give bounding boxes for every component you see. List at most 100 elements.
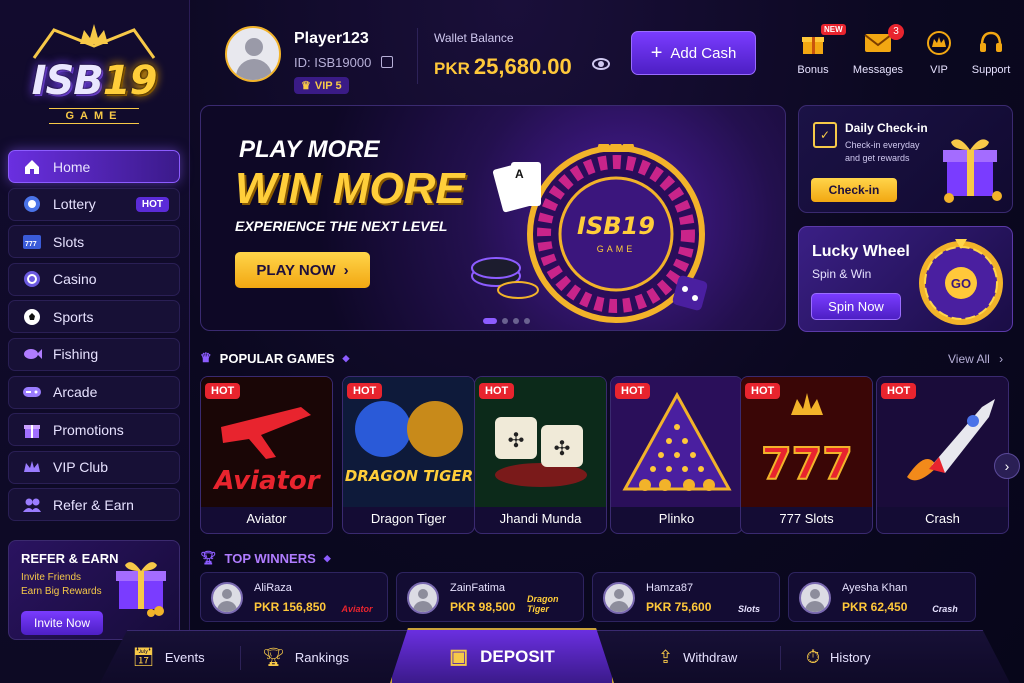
users-icon <box>21 494 43 516</box>
fish-icon <box>21 343 43 365</box>
sidebar-item-home[interactable]: Home <box>8 150 180 183</box>
bottom-nav-events[interactable]: 📅︎ Events <box>132 647 205 668</box>
hot-badge: HOT <box>881 383 917 399</box>
sidebar-item-vip-club[interactable]: VIP Club <box>8 450 180 484</box>
sidebar-item-label: Arcade <box>53 384 98 401</box>
hero-banner[interactable]: PLAY MORE WIN MORE EXPERIENCE THE NEXT L… <box>200 105 786 331</box>
bottom-nav-label: Rankings <box>294 650 350 665</box>
game-card-dragon-tiger[interactable]: DRAGON TIGER HOT Dragon Tiger <box>342 376 475 534</box>
avatar <box>211 582 243 614</box>
copy-icon[interactable] <box>381 56 393 68</box>
sidebar-item-fishing[interactable]: Fishing <box>8 337 180 371</box>
trophy-icon: 🏆︎ <box>200 550 217 565</box>
game-card-plinko[interactable]: HOT Plinko <box>610 376 743 534</box>
roulette-sub-text: GAME <box>597 244 636 254</box>
sidebar-nav: Home Lottery HOT 777 Slots Casino Sports… <box>8 150 180 526</box>
carousel-dot[interactable] <box>483 318 497 324</box>
popular-games-title: ♛ POPULAR GAMES ◆ <box>200 350 349 366</box>
view-all-label: View All <box>948 352 990 366</box>
winner-game: Aviator <box>341 604 373 614</box>
bottom-nav-label: Withdraw <box>683 650 738 665</box>
svg-text:A: A <box>515 167 524 181</box>
hot-badge: HOT <box>615 383 651 399</box>
game-card-aviator[interactable]: Aviator HOT Aviator <box>200 376 333 534</box>
sidebar-item-refer-earn[interactable]: Refer & Earn <box>8 488 180 522</box>
winner-card[interactable]: Hamza87 PKR 75,600 Slots <box>592 572 780 622</box>
sidebar-item-slots[interactable]: 777 Slots <box>8 225 180 259</box>
spin-now-button[interactable]: Spin Now <box>811 293 901 320</box>
winner-game: Crash <box>932 604 958 614</box>
avatar[interactable] <box>225 26 281 82</box>
sidebar-item-arcade[interactable]: Arcade <box>8 375 180 409</box>
vip-crown-icon <box>909 28 969 58</box>
vip-level-label: VIP 5 <box>314 79 342 92</box>
gift-icon <box>21 419 43 441</box>
support-button[interactable]: Support <box>961 28 1021 76</box>
game-name: Jhandi Munda <box>499 511 582 526</box>
sparkle-icon: ◆ <box>323 552 331 563</box>
new-badge: NEW <box>821 24 846 35</box>
game-name: Aviator <box>246 511 287 526</box>
eye-icon[interactable] <box>592 58 610 70</box>
hot-badge: HOT <box>135 196 169 212</box>
aviator-art-text: Aviator <box>212 466 321 496</box>
winner-name: Ayesha Khan <box>842 582 908 594</box>
winner-card[interactable]: Ayesha Khan PKR 62,450 Crash <box>788 572 976 622</box>
wallet-icon: ▣ <box>449 646 469 668</box>
bonus-button[interactable]: Bonus NEW <box>783 24 846 76</box>
logo-subtitle: GAME <box>49 108 139 124</box>
hot-badge: HOT <box>205 383 241 399</box>
chevron-right-icon[interactable]: › <box>994 453 1020 479</box>
sidebar-item-promotions[interactable]: Promotions <box>8 413 180 447</box>
gift-box-icon <box>116 562 166 617</box>
top-winners-row: AliRaza PKR 156,850 Aviator ZainFatima P… <box>200 572 1000 622</box>
hot-badge: HOT <box>347 383 383 399</box>
winner-name: ZainFatima <box>450 582 506 594</box>
deposit-button[interactable]: ▣ DEPOSIT <box>390 628 614 683</box>
bottom-nav-withdraw[interactable]: ⇪ Withdraw <box>658 647 737 668</box>
hero-tagline: EXPERIENCE THE NEXT LEVEL <box>235 218 448 234</box>
sidebar-item-label: Slots <box>53 233 85 250</box>
gift-box-icon <box>943 139 1002 203</box>
game-name: Plinko <box>658 511 695 526</box>
deposit-label: DEPOSIT <box>480 646 555 666</box>
crown-icon: ♛ <box>301 80 311 92</box>
play-now-button[interactable]: PLAY NOW › <box>235 252 370 288</box>
view-all-link[interactable]: View All › <box>948 352 1003 366</box>
checkin-title: Daily Check-in <box>845 121 928 135</box>
bottom-nav-history[interactable]: ⏱︎ History <box>806 647 871 668</box>
invite-now-button[interactable]: Invite Now <box>21 611 103 635</box>
sidebar-item-lottery[interactable]: Lottery HOT <box>8 187 180 221</box>
sidebar-item-label: Lottery <box>53 196 96 213</box>
game-card-jhandi-munda[interactable]: ✣ ✣ HOT Jhandi Munda <box>474 376 607 534</box>
messages-label: Messages <box>852 64 904 76</box>
vip-button[interactable]: VIP <box>909 28 969 76</box>
lucky-wheel-illustration[interactable]: GO <box>915 235 1007 327</box>
sparkle-icon: ◆ <box>342 352 350 363</box>
vip-crown-icon <box>21 456 43 478</box>
bottom-nav-rankings[interactable]: 🏆︎ Rankings <box>262 647 349 668</box>
carousel-dot[interactable] <box>513 318 519 324</box>
winner-card[interactable]: AliRaza PKR 156,850 Aviator <box>200 572 388 622</box>
winner-card[interactable]: ZainFatima PKR 98,500 Dragon Tiger <box>396 572 584 622</box>
divider <box>780 646 781 670</box>
sidebar-item-casino[interactable]: Casino <box>8 262 180 296</box>
game-card-777-slots[interactable]: 777 HOT 777 Slots <box>740 376 873 534</box>
checkin-button[interactable]: Check-in <box>811 178 897 202</box>
bonus-label: Bonus <box>797 64 829 76</box>
roulette-logo-text: ISB19 <box>577 212 655 240</box>
sidebar-item-label: VIP Club <box>53 459 108 476</box>
carousel-dot[interactable] <box>524 318 530 324</box>
carousel-dot[interactable] <box>502 318 508 324</box>
sidebar: ISB19 GAME Home Lottery HOT 777 Slots Ca… <box>0 0 190 683</box>
wallet-balance: PKR 25,680.00 <box>434 54 572 80</box>
dice-illustration <box>672 275 708 311</box>
game-card-crash[interactable]: HOT Crash <box>876 376 1009 534</box>
lucky-wheel-subtitle: Spin & Win <box>812 267 872 281</box>
add-cash-button[interactable]: + Add Cash <box>631 31 756 75</box>
soccer-ball-icon <box>21 306 43 328</box>
support-label: Support <box>971 64 1011 76</box>
sidebar-item-sports[interactable]: Sports <box>8 300 180 334</box>
wallet-label: Wallet Balance <box>434 31 514 45</box>
isb19-logo[interactable]: ISB19 GAME <box>14 18 174 128</box>
